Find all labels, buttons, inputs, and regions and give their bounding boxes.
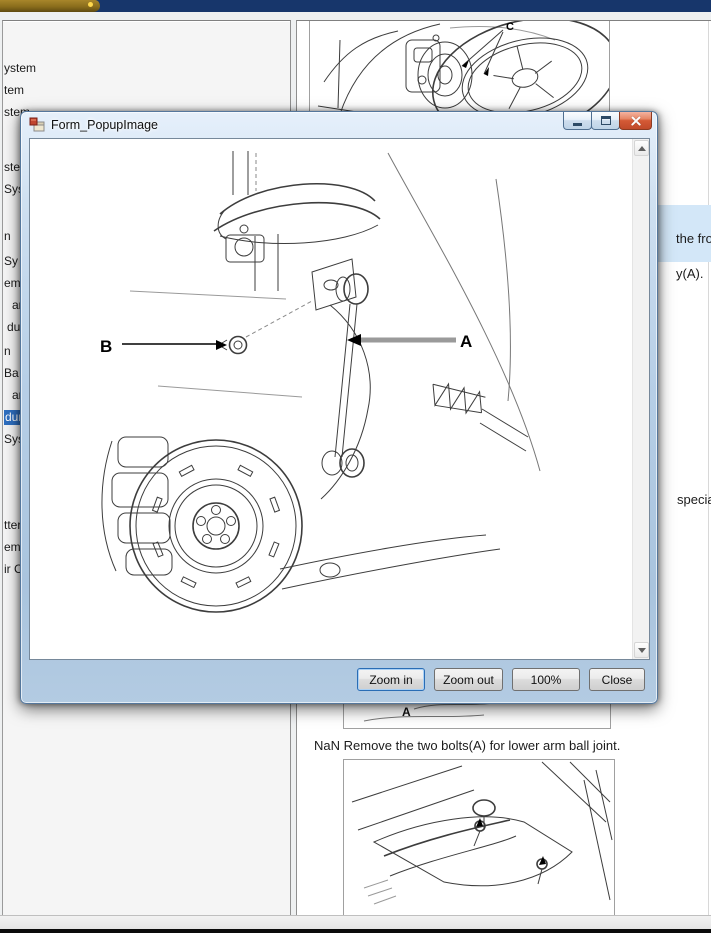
- brand-logo: [0, 0, 100, 12]
- minimize-button[interactable]: [563, 112, 592, 130]
- close-icon: [630, 115, 642, 127]
- label-c: C: [506, 21, 514, 33]
- zoom-in-button[interactable]: Zoom in: [357, 668, 425, 691]
- brand-logo-dot-icon: [88, 2, 93, 7]
- maximize-button[interactable]: [591, 112, 620, 130]
- sidebar-item[interactable]: tem: [4, 83, 24, 97]
- doc-fragment-2: y(A).: [676, 266, 703, 281]
- zoom-100-button[interactable]: 100%: [512, 668, 580, 691]
- document-right-border: [708, 21, 709, 915]
- vertical-scrollbar[interactable]: [632, 139, 649, 659]
- doc-image-lower-arm: [343, 759, 615, 915]
- status-bar: [0, 915, 711, 929]
- label-a-strip: A: [402, 705, 411, 719]
- form-icon: [29, 117, 45, 133]
- doc-image-wheel: C: [309, 20, 610, 117]
- screen: ystemtemstemsteSysnSyembardurnBaardurSys…: [0, 0, 711, 933]
- minimize-icon: [573, 123, 582, 126]
- stabilizer-link-diagram: B A: [30, 139, 633, 659]
- sidebar-item[interactable]: ystem: [4, 61, 36, 75]
- sidebar-item[interactable]: tter: [4, 518, 21, 532]
- label-b: B: [100, 337, 112, 356]
- maximize-icon: [601, 116, 611, 125]
- close-button[interactable]: Close: [589, 668, 645, 691]
- step-text: NaN Remove the two bolts(A) for lower ar…: [314, 738, 620, 753]
- popup-title: Form_PopupImage: [51, 118, 158, 132]
- top-navy-bar: [0, 0, 711, 12]
- scroll-down-button[interactable]: [634, 642, 649, 658]
- scroll-up-icon: [638, 146, 646, 151]
- popup-button-row: Zoom in Zoom out 100% Close: [357, 668, 645, 691]
- sidebar-item[interactable]: n: [4, 344, 11, 358]
- close-window-button[interactable]: [619, 112, 652, 130]
- sidebar-item[interactable]: Sy: [4, 254, 18, 268]
- zoom-out-button[interactable]: Zoom out: [434, 668, 503, 691]
- doc-fragment-3: special: [677, 492, 711, 507]
- label-a: A: [460, 332, 472, 351]
- popup-window: Form_PopupImage: [20, 111, 658, 704]
- popup-titlebar[interactable]: Form_PopupImage: [21, 112, 657, 138]
- wheel-illustration: C: [310, 20, 609, 115]
- sidebar-item[interactable]: ste: [4, 160, 20, 174]
- lower-arm-illustration: [344, 760, 614, 915]
- sidebar-item[interactable]: em: [4, 540, 21, 554]
- sidebar-item[interactable]: Ba: [4, 366, 19, 380]
- bottom-black-bar: [0, 929, 711, 933]
- sidebar-item[interactable]: n: [4, 229, 11, 243]
- doc-fragment-highlight: the fro: [676, 231, 711, 246]
- popup-image-viewport[interactable]: B A: [29, 138, 650, 660]
- scroll-down-icon: [638, 648, 646, 653]
- scroll-up-button[interactable]: [634, 140, 649, 156]
